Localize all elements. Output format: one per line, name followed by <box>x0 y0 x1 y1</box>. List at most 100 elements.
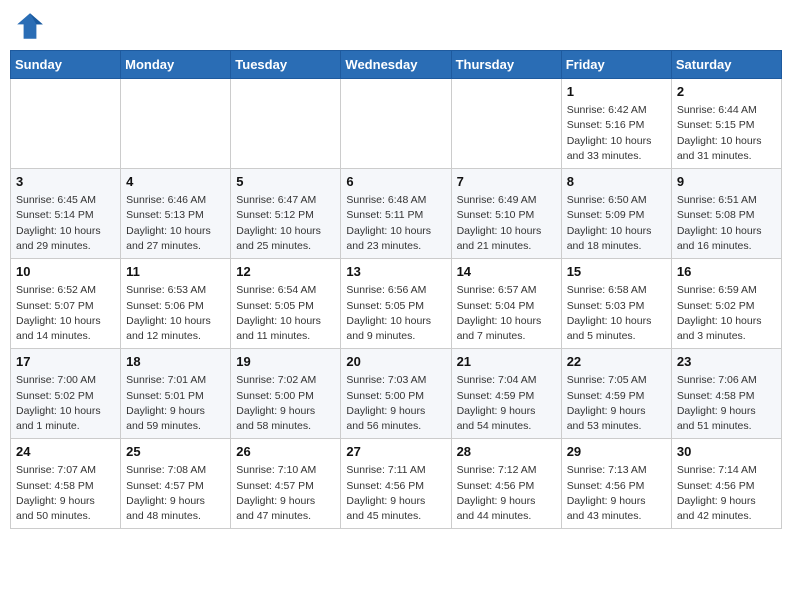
calendar-cell: 10 Sunrise: 6:52 AMSunset: 5:07 PMDayligh… <box>11 259 121 349</box>
day-number: 4 <box>126 173 225 191</box>
calendar-cell: 29 Sunrise: 7:13 AMSunset: 4:56 PMDayligh… <box>561 439 671 529</box>
calendar-cell: 11 Sunrise: 6:53 AMSunset: 5:06 PMDayligh… <box>121 259 231 349</box>
day-info: Sunrise: 7:13 AMSunset: 4:56 PMDaylight:… <box>567 463 666 524</box>
day-number: 20 <box>346 353 445 371</box>
day-info: Sunrise: 6:58 AMSunset: 5:03 PMDaylight:… <box>567 283 666 344</box>
day-number: 25 <box>126 443 225 461</box>
day-number: 10 <box>16 263 115 281</box>
calendar-col-wednesday: Wednesday <box>341 51 451 79</box>
calendar-cell: 14 Sunrise: 6:57 AMSunset: 5:04 PMDayligh… <box>451 259 561 349</box>
day-number: 15 <box>567 263 666 281</box>
calendar-cell: 21 Sunrise: 7:04 AMSunset: 4:59 PMDayligh… <box>451 349 561 439</box>
calendar-cell: 15 Sunrise: 6:58 AMSunset: 5:03 PMDayligh… <box>561 259 671 349</box>
calendar-table: SundayMondayTuesdayWednesdayThursdayFrid… <box>10 50 782 529</box>
day-info: Sunrise: 6:59 AMSunset: 5:02 PMDaylight:… <box>677 283 776 344</box>
day-info: Sunrise: 7:02 AMSunset: 5:00 PMDaylight:… <box>236 373 335 434</box>
calendar-cell: 6 Sunrise: 6:48 AMSunset: 5:11 PMDaylight… <box>341 169 451 259</box>
day-info: Sunrise: 7:00 AMSunset: 5:02 PMDaylight:… <box>16 373 115 434</box>
calendar-cell: 23 Sunrise: 7:06 AMSunset: 4:58 PMDayligh… <box>671 349 781 439</box>
day-number: 26 <box>236 443 335 461</box>
day-number: 19 <box>236 353 335 371</box>
day-info: Sunrise: 7:05 AMSunset: 4:59 PMDaylight:… <box>567 373 666 434</box>
day-number: 11 <box>126 263 225 281</box>
calendar-cell <box>11 79 121 169</box>
day-number: 22 <box>567 353 666 371</box>
calendar-cell: 3 Sunrise: 6:45 AMSunset: 5:14 PMDaylight… <box>11 169 121 259</box>
day-number: 5 <box>236 173 335 191</box>
day-info: Sunrise: 7:03 AMSunset: 5:00 PMDaylight:… <box>346 373 445 434</box>
calendar-cell: 24 Sunrise: 7:07 AMSunset: 4:58 PMDayligh… <box>11 439 121 529</box>
day-number: 30 <box>677 443 776 461</box>
calendar-col-monday: Monday <box>121 51 231 79</box>
calendar-cell: 20 Sunrise: 7:03 AMSunset: 5:00 PMDayligh… <box>341 349 451 439</box>
day-number: 3 <box>16 173 115 191</box>
day-info: Sunrise: 7:10 AMSunset: 4:57 PMDaylight:… <box>236 463 335 524</box>
calendar-col-sunday: Sunday <box>11 51 121 79</box>
day-number: 28 <box>457 443 556 461</box>
day-info: Sunrise: 6:51 AMSunset: 5:08 PMDaylight:… <box>677 193 776 254</box>
calendar-cell <box>341 79 451 169</box>
calendar-week-5: 24 Sunrise: 7:07 AMSunset: 4:58 PMDayligh… <box>11 439 782 529</box>
day-info: Sunrise: 6:46 AMSunset: 5:13 PMDaylight:… <box>126 193 225 254</box>
day-number: 13 <box>346 263 445 281</box>
calendar-cell: 1Sunrise: 6:42 AMSunset: 5:16 PMDaylight… <box>561 79 671 169</box>
day-info: Sunrise: 6:49 AMSunset: 5:10 PMDaylight:… <box>457 193 556 254</box>
calendar-cell: 16 Sunrise: 6:59 AMSunset: 5:02 PMDayligh… <box>671 259 781 349</box>
day-info: Sunrise: 7:12 AMSunset: 4:56 PMDaylight:… <box>457 463 556 524</box>
day-info: Sunrise: 7:08 AMSunset: 4:57 PMDaylight:… <box>126 463 225 524</box>
day-number: 29 <box>567 443 666 461</box>
day-info: Sunrise: 6:53 AMSunset: 5:06 PMDaylight:… <box>126 283 225 344</box>
day-number: 16 <box>677 263 776 281</box>
day-number: 12 <box>236 263 335 281</box>
day-info: Sunrise: 6:50 AMSunset: 5:09 PMDaylight:… <box>567 193 666 254</box>
calendar-cell: 4 Sunrise: 6:46 AMSunset: 5:13 PMDaylight… <box>121 169 231 259</box>
day-info: Sunrise: 6:52 AMSunset: 5:07 PMDaylight:… <box>16 283 115 344</box>
day-number: 27 <box>346 443 445 461</box>
calendar-header-row: SundayMondayTuesdayWednesdayThursdayFrid… <box>11 51 782 79</box>
day-info: Sunrise: 7:04 AMSunset: 4:59 PMDaylight:… <box>457 373 556 434</box>
calendar-col-saturday: Saturday <box>671 51 781 79</box>
day-number: 9 <box>677 173 776 191</box>
calendar-cell: 8 Sunrise: 6:50 AMSunset: 5:09 PMDaylight… <box>561 169 671 259</box>
day-info: Sunrise: 6:57 AMSunset: 5:04 PMDaylight:… <box>457 283 556 344</box>
calendar-cell: 28 Sunrise: 7:12 AMSunset: 4:56 PMDayligh… <box>451 439 561 529</box>
day-number: 18 <box>126 353 225 371</box>
calendar-col-thursday: Thursday <box>451 51 561 79</box>
calendar-cell: 5 Sunrise: 6:47 AMSunset: 5:12 PMDaylight… <box>231 169 341 259</box>
day-number: 17 <box>16 353 115 371</box>
day-number: 8 <box>567 173 666 191</box>
day-number: 2 <box>677 83 776 101</box>
day-number: 6 <box>346 173 445 191</box>
day-number: 14 <box>457 263 556 281</box>
day-info: Sunrise: 7:06 AMSunset: 4:58 PMDaylight:… <box>677 373 776 434</box>
day-number: 21 <box>457 353 556 371</box>
calendar-cell: 26 Sunrise: 7:10 AMSunset: 4:57 PMDayligh… <box>231 439 341 529</box>
calendar-cell: 2 Sunrise: 6:44 AMSunset: 5:15 PMDaylight… <box>671 79 781 169</box>
day-info: Sunrise: 7:01 AMSunset: 5:01 PMDaylight:… <box>126 373 225 434</box>
calendar-week-2: 3 Sunrise: 6:45 AMSunset: 5:14 PMDaylight… <box>11 169 782 259</box>
day-info: Sunrise: 6:47 AMSunset: 5:12 PMDaylight:… <box>236 193 335 254</box>
day-info: Sunrise: 7:07 AMSunset: 4:58 PMDaylight:… <box>16 463 115 524</box>
day-info: Sunrise: 6:56 AMSunset: 5:05 PMDaylight:… <box>346 283 445 344</box>
day-number: 23 <box>677 353 776 371</box>
calendar-cell: 13 Sunrise: 6:56 AMSunset: 5:05 PMDayligh… <box>341 259 451 349</box>
calendar-cell: 25 Sunrise: 7:08 AMSunset: 4:57 PMDayligh… <box>121 439 231 529</box>
calendar-cell: 22 Sunrise: 7:05 AMSunset: 4:59 PMDayligh… <box>561 349 671 439</box>
calendar-cell <box>121 79 231 169</box>
page-header <box>10 10 782 42</box>
calendar-cell: 18 Sunrise: 7:01 AMSunset: 5:01 PMDayligh… <box>121 349 231 439</box>
day-info: Sunrise: 6:44 AMSunset: 5:15 PMDaylight:… <box>677 103 776 164</box>
calendar-col-friday: Friday <box>561 51 671 79</box>
day-info: Sunrise: 6:45 AMSunset: 5:14 PMDaylight:… <box>16 193 115 254</box>
calendar-cell: 19 Sunrise: 7:02 AMSunset: 5:00 PMDayligh… <box>231 349 341 439</box>
calendar-cell: 7Sunrise: 6:49 AMSunset: 5:10 PMDaylight… <box>451 169 561 259</box>
logo <box>14 10 50 42</box>
calendar-week-4: 17 Sunrise: 7:00 AMSunset: 5:02 PMDayligh… <box>11 349 782 439</box>
calendar-cell <box>451 79 561 169</box>
logo-icon <box>14 10 46 42</box>
calendar-cell: 12Sunrise: 6:54 AMSunset: 5:05 PMDayligh… <box>231 259 341 349</box>
day-info: Sunrise: 6:48 AMSunset: 5:11 PMDaylight:… <box>346 193 445 254</box>
calendar-week-1: 1Sunrise: 6:42 AMSunset: 5:16 PMDaylight… <box>11 79 782 169</box>
day-number: 24 <box>16 443 115 461</box>
day-info: Sunrise: 7:14 AMSunset: 4:56 PMDaylight:… <box>677 463 776 524</box>
